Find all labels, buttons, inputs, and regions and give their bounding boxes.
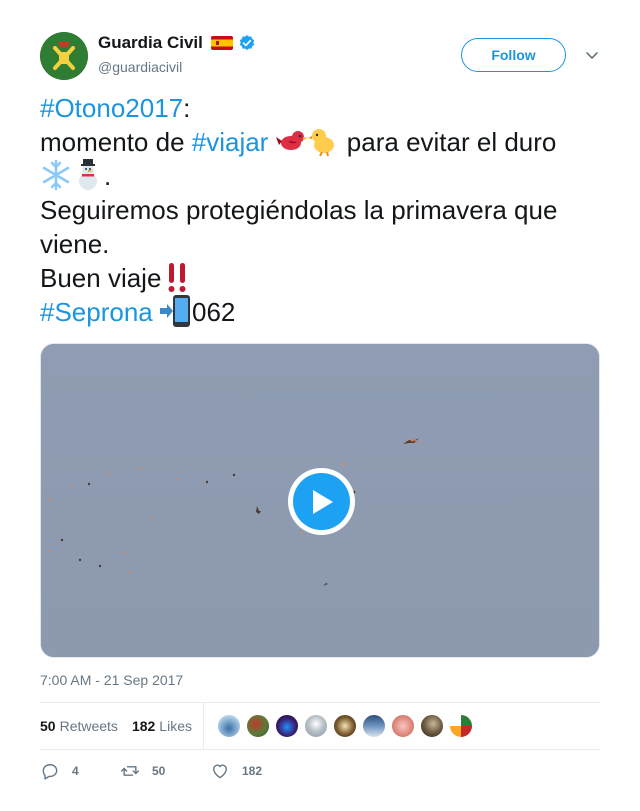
divider (40, 749, 600, 750)
follow-button[interactable]: Follow (461, 38, 566, 72)
hashtag-viajar[interactable]: #viajar (192, 127, 269, 157)
tweet-text-segment: para evitar el duro (339, 127, 557, 157)
user-handle[interactable]: @guardiacivil (98, 59, 182, 75)
display-name[interactable]: Guardia Civil (98, 33, 203, 53)
tweet-text-segment: . (104, 161, 112, 191)
retweets-stat[interactable]: 50 Retweets (40, 718, 118, 734)
chevron-down-icon[interactable] (584, 47, 600, 63)
retweets-count: 50 (40, 718, 56, 734)
avatar[interactable] (216, 714, 241, 738)
tweet-line-4: Seguiremos protegiéndolas la primavera q… (40, 195, 558, 259)
like-count: 182 (242, 764, 263, 778)
snowflake-emoji-icon (40, 159, 72, 191)
tweet-line-2: momento de #viajar para evitar el duro (40, 125, 610, 159)
retweet-count: 50 (152, 764, 166, 778)
likes-count: 182 (131, 718, 156, 734)
avatar[interactable] (274, 714, 299, 738)
tweet-line-1: #Otono2017: (40, 91, 610, 125)
chick-emoji-icon (307, 125, 340, 157)
tweet-line-6: #Seprona 062 (40, 295, 610, 329)
tweet-text-segment: momento de (40, 127, 192, 157)
avatar[interactable] (40, 32, 88, 80)
tweet-text: #Otono2017: momento de #viajar para evit… (40, 91, 610, 329)
reply-icon (42, 764, 58, 780)
avatar[interactable] (332, 714, 357, 738)
phone-arrow-emoji-icon (160, 295, 192, 327)
stats-divider (202, 703, 204, 749)
tweet-text-segment: 062 (192, 297, 236, 327)
avatar[interactable] (245, 714, 270, 738)
liker-avatars (216, 714, 478, 738)
bird-emoji-icon (275, 125, 308, 157)
retweets-label: Retweets (59, 718, 118, 734)
avatar[interactable] (419, 714, 444, 738)
tweet-line-3: . (40, 159, 610, 193)
play-icon (293, 473, 350, 530)
tweet-timestamp[interactable]: 7:00 AM - 21 Sep 2017 (40, 672, 183, 688)
retweet-button[interactable]: 50 (120, 761, 210, 781)
retweet-icon (120, 766, 140, 776)
tweet-card: Guardia Civil @guardiacivil Follow #Oton… (0, 0, 640, 811)
tweet-actions: 4 50 182 (40, 760, 290, 782)
double-exclamation-emoji-icon (161, 261, 193, 293)
avatar[interactable] (448, 714, 473, 738)
heart-icon (213, 764, 227, 779)
tweet-text-segment: : (183, 93, 191, 123)
avatar[interactable] (390, 714, 415, 738)
tweet-text-segment: Buen viaje (40, 263, 162, 293)
tweet-stats: 50 Retweets 182 Likes (40, 703, 600, 749)
likes-stat[interactable]: 182 Likes (132, 718, 192, 734)
like-button[interactable]: 182 (210, 761, 290, 781)
hashtag-otono2017[interactable]: #Otono2017 (40, 93, 183, 123)
verified-badge-icon (238, 34, 256, 52)
avatar[interactable] (361, 714, 386, 738)
avatar[interactable] (303, 714, 328, 738)
spain-flag-icon (210, 36, 233, 50)
snowman-emoji-icon (72, 159, 104, 191)
reply-button[interactable]: 4 (40, 761, 120, 781)
likes-label: Likes (159, 718, 192, 734)
name-row: Guardia Civil (98, 33, 256, 53)
play-button[interactable] (288, 468, 355, 535)
hashtag-seprona[interactable]: #Seprona (40, 297, 153, 327)
video-player[interactable] (40, 343, 600, 658)
reply-count: 4 (72, 764, 79, 778)
guardia-civil-logo-icon (40, 32, 88, 80)
tweet-line-5: Buen viaje (40, 261, 610, 295)
